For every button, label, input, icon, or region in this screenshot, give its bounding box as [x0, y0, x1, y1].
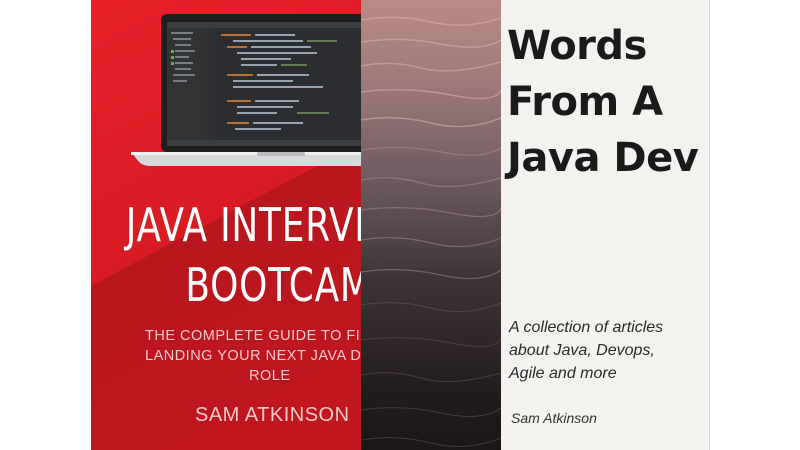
book-title: Words From A Java Dev — [507, 18, 699, 186]
book-title-line-2: BOOTCAMP — [185, 258, 363, 312]
book-author: SAM ATKINSON — [195, 404, 350, 426]
book-subtitle-line-2: about Java, Devops, — [509, 342, 655, 359]
book-title-line-1: Words — [507, 23, 647, 69]
book-author: Sam Atkinson — [511, 410, 597, 426]
book-subtitle-line-3: Agile and more — [509, 365, 617, 382]
book-subtitle: A collection of articles about Java, Dev… — [509, 316, 663, 385]
laptop-illustration — [131, 14, 363, 166]
book-title-line-2: From A — [507, 79, 663, 125]
book-cover-words-from-a-java-dev[interactable]: Words From A Java Dev A collection of ar… — [361, 0, 710, 450]
book-title-line-3: Java Dev — [507, 135, 699, 181]
cover-text-panel: Words From A Java Dev A collection of ar… — [501, 0, 709, 450]
book-title-line-1: JAVA INTERVI — [125, 198, 363, 252]
book-subtitle-line-1: THE COMPLETE GUIDE TO FINDING — [145, 328, 363, 344]
book-subtitle-line-3: ROLE — [249, 368, 291, 384]
book-cover-java-interview-bootcamp[interactable]: JAVA INTERVI BOOTCAMP THE COMPLETE GUIDE… — [91, 0, 363, 450]
book-subtitle-line-2: LANDING YOUR NEXT JAVA DEVELO — [145, 348, 363, 364]
book-subtitle-line-1: A collection of articles — [509, 319, 664, 336]
water-photo — [361, 0, 501, 450]
